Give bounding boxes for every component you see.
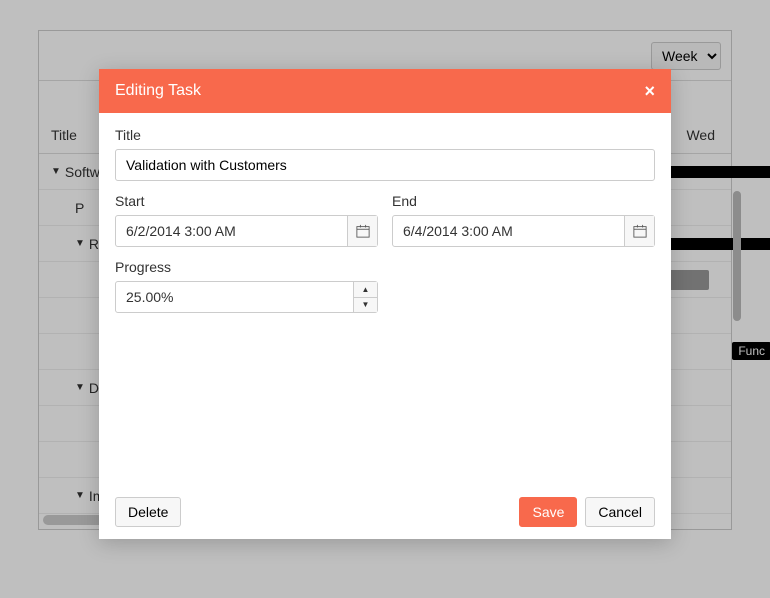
end-datetime-input[interactable]: 6/4/2014 3:00 AM: [392, 215, 655, 247]
title-input[interactable]: [115, 149, 655, 181]
start-datetime-input[interactable]: 6/2/2014 3:00 AM: [115, 215, 378, 247]
close-icon[interactable]: ×: [644, 81, 655, 102]
save-button[interactable]: Save: [519, 497, 577, 527]
spin-up-icon[interactable]: ▲: [354, 282, 377, 298]
title-label: Title: [115, 127, 655, 143]
progress-label: Progress: [115, 259, 378, 275]
progress-input[interactable]: 25.00% ▲ ▼: [115, 281, 378, 313]
dialog-header: Editing Task ×: [99, 69, 671, 113]
end-value: 6/4/2014 3:00 AM: [403, 223, 513, 239]
spin-down-icon[interactable]: ▼: [354, 298, 377, 313]
start-label: Start: [115, 193, 378, 209]
end-label: End: [392, 193, 655, 209]
dialog-footer: Delete Save Cancel: [99, 485, 671, 539]
progress-value: 25.00%: [126, 289, 173, 305]
progress-spinner: ▲ ▼: [353, 282, 377, 312]
calendar-icon[interactable]: [624, 216, 654, 246]
dialog-body: Title Start 6/2/2014 3:00 AM End 6/4/201…: [99, 113, 671, 339]
dialog-title: Editing Task: [115, 82, 201, 100]
calendar-icon[interactable]: [347, 216, 377, 246]
edit-task-dialog: Editing Task × Title Start 6/2/2014 3:00…: [99, 69, 671, 539]
start-value: 6/2/2014 3:00 AM: [126, 223, 236, 239]
delete-button[interactable]: Delete: [115, 497, 181, 527]
cancel-button[interactable]: Cancel: [585, 497, 655, 527]
